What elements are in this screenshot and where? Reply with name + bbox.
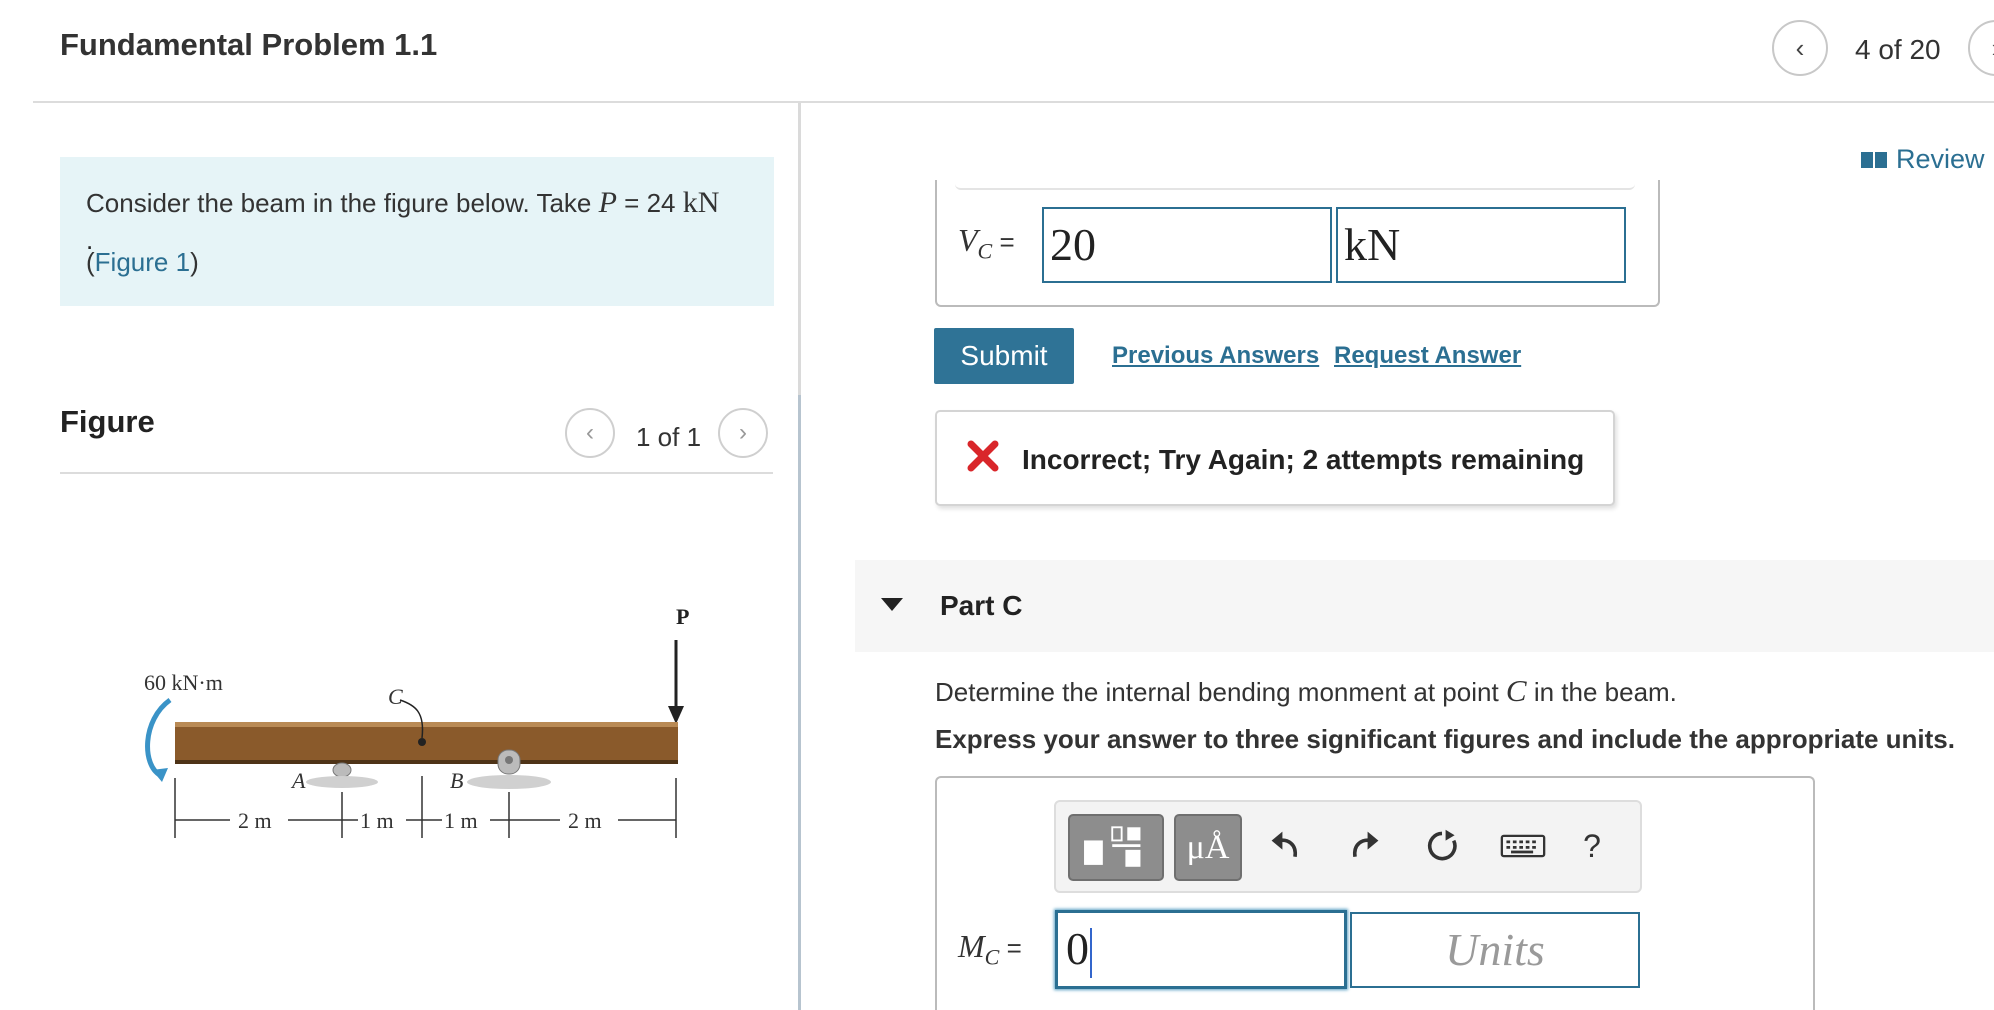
beam-diagram: P 60 kN·m C A B 2 m 1 m 1 m 2 m [144, 604, 689, 838]
header: Fundamental Problem 1.1 ‹ 4 of 20 › [0, 0, 1994, 103]
vc-label: VC = [958, 222, 1015, 264]
mc-sub: C [984, 944, 1000, 970]
part-c-title: Part C [940, 590, 1023, 621]
beam-top-edge [175, 722, 678, 727]
previous-answers-link[interactable]: Previous Answers [1112, 342, 1319, 370]
units-icon: μÅ [1186, 828, 1230, 866]
vc-eq: = [992, 227, 1015, 257]
load-label: P [676, 604, 689, 629]
mc-var: M [958, 928, 985, 964]
part-c-instructions: Express your answer to three significant… [935, 724, 1955, 754]
dim-label-3: 1 m [444, 808, 478, 833]
support-b-pin [505, 756, 513, 764]
mc-units-input[interactable]: Units [1350, 912, 1640, 988]
caret-down-icon [881, 598, 903, 611]
problem-unit: kN [682, 186, 720, 219]
chevron-right-icon: › [739, 419, 747, 446]
book-icon [1861, 151, 1887, 168]
figure-reference: (Figure 1) [86, 247, 199, 278]
feedback-text: Incorrect; Try Again; 2 attempts remaini… [1022, 444, 1585, 475]
help-button[interactable]: ? [1570, 824, 1614, 868]
templates-button[interactable] [1068, 814, 1164, 881]
dim-label-1: 2 m [238, 808, 272, 833]
header-divider [33, 101, 1994, 103]
page-title: Fundamental Problem 1.1 [60, 27, 438, 62]
dim-label-2: 1 m [360, 808, 394, 833]
figure-heading: Figure [60, 404, 155, 439]
problem-text: Consider the beam in the figure below. T… [86, 183, 719, 223]
moment-arrow [145, 697, 172, 778]
beam [175, 722, 678, 764]
point-b-label: B [450, 768, 463, 793]
undo-icon [1271, 831, 1297, 858]
part-c-question: Determine the internal bending monment a… [935, 673, 1677, 709]
vc-sub: C [977, 238, 993, 264]
variable-p: P [598, 186, 617, 219]
text-cursor [1090, 928, 1092, 979]
redo-icon [1353, 831, 1379, 858]
mc-value-text: 0 [1066, 923, 1089, 974]
figure-next-button[interactable]: › [718, 408, 768, 458]
mc-eq: = [999, 933, 1022, 963]
dim-label-4: 2 m [568, 808, 602, 833]
part-c-header[interactable]: Part C [855, 560, 1994, 652]
units-button[interactable]: μÅ [1174, 814, 1242, 881]
moment-label: 60 kN·m [144, 670, 223, 695]
problem-statement: Consider the beam in the figure below. T… [60, 157, 774, 306]
keyboard-icon [1500, 834, 1546, 858]
point-a-label: A [290, 768, 306, 793]
undo-button[interactable] [1264, 824, 1308, 868]
question-lead: Determine the internal bending monment a… [935, 677, 1506, 707]
feedback-message: Incorrect; Try Again; 2 attempts remaini… [935, 410, 1615, 506]
question-var: C [1505, 673, 1527, 708]
question-tail: in the beam. [1526, 677, 1677, 707]
load-arrowhead [668, 706, 684, 724]
support-a [332, 762, 352, 778]
figure-divider [60, 472, 773, 474]
math-toolbar: μÅ ? [1054, 800, 1642, 893]
help-icon: ? [1583, 827, 1601, 864]
point-c-marker [418, 738, 426, 746]
mc-label: MC = [958, 928, 1022, 970]
moment-arrowhead [152, 768, 168, 782]
support-a-base [306, 776, 378, 788]
paren-open: ( [86, 247, 95, 277]
templates-icon [1084, 826, 1141, 867]
vc-unit-input[interactable]: kN [1336, 207, 1626, 283]
vc-value-input[interactable]: 20 [1042, 207, 1332, 283]
redo-button[interactable] [1342, 824, 1386, 868]
chevron-left-icon: ‹ [1795, 32, 1805, 63]
vc-var: V [958, 222, 978, 258]
problem-counter: 4 of 20 [1855, 34, 1941, 65]
review-label: Review [1896, 144, 1985, 174]
submit-button[interactable]: Submit [934, 328, 1074, 384]
problem-text-lead: Consider the beam in the figure below. T… [86, 188, 599, 218]
next-problem-button[interactable]: › [1968, 20, 1994, 76]
reset-button[interactable] [1420, 824, 1464, 868]
mc-value-input[interactable]: 0 [1055, 910, 1347, 989]
point-c-label: C [388, 684, 403, 709]
figure-prev-button[interactable]: ‹ [565, 408, 615, 458]
figure-link[interactable]: Figure 1 [95, 247, 190, 277]
chevron-left-icon: ‹ [586, 419, 594, 446]
request-answer-link[interactable]: Request Answer [1334, 342, 1521, 370]
reset-icon [1427, 829, 1457, 861]
error-x-icon [967, 440, 999, 472]
problem-value: = 24 [616, 188, 683, 218]
beam-bottom-edge [175, 760, 678, 764]
support-b-base [467, 775, 551, 789]
panel-divider-handle[interactable] [798, 395, 801, 1010]
review-link[interactable]: Review [1860, 144, 1985, 175]
previous-problem-button[interactable]: ‹ [1772, 20, 1828, 76]
keyboard-button[interactable] [1498, 824, 1548, 868]
figure-counter: 1 of 1 [636, 422, 702, 452]
paren-close: ) [190, 247, 199, 277]
